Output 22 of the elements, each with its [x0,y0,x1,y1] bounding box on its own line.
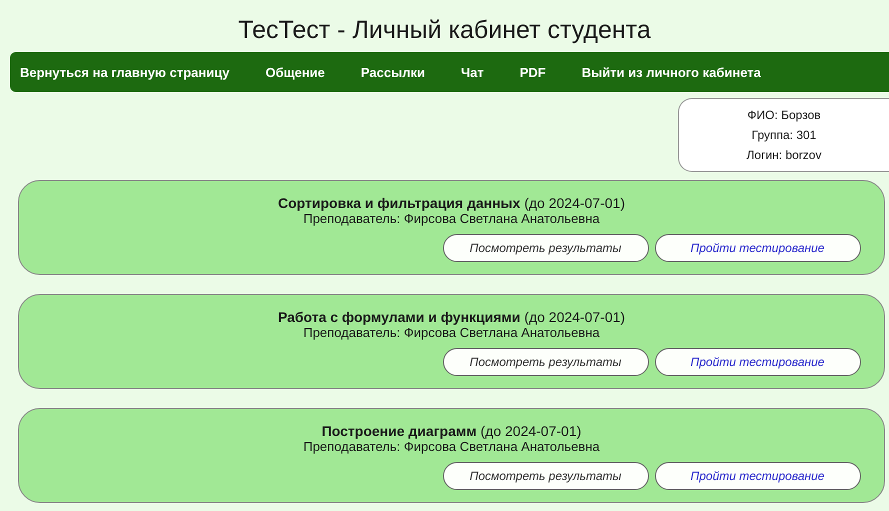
test-button[interactable]: Пройти тестирование [654,462,860,490]
test-button[interactable]: Пройти тестирование [654,348,860,376]
teacher-text: Преподаватель: Фирсова Светлана Анатольевна [303,439,600,454]
nav-link[interactable]: Чат [460,64,484,80]
nav-link[interactable]: Вернуться на главную страницу [20,64,230,80]
profile-text: Группа: 301 [752,128,816,142]
results-button[interactable]: Посмотреть результаты [442,234,648,262]
nav-link[interactable]: Общение [265,64,325,80]
profile-text: ФИО: Борзов [747,108,821,122]
course-title: Построение диаграмм (до 2024-07-01) [322,423,582,439]
page-title: ТесТест - Личный кабинет студента [237,15,652,46]
course-title: Работа с формулами и функциями (до 2024-07-01) [278,309,626,325]
nav-link[interactable]: Рассылки [360,64,425,80]
profile-text: Логин: borzov [746,148,822,162]
results-button[interactable]: Посмотреть результаты [442,348,648,376]
teacher-text: Преподаватель: Фирсова Светлана Анатольевна [303,211,600,226]
results-button[interactable]: Посмотреть результаты [442,462,648,490]
test-button[interactable]: Пройти тестирование [654,234,860,262]
nav-link[interactable]: PDF [520,64,546,80]
teacher-text: Преподаватель: Фирсова Светлана Анатольевна [303,325,600,340]
course-title: Сортировка и фильтрация данных (до 2024-07-01) [278,195,625,211]
nav-link[interactable]: Выйти из личного кабинета [582,64,761,80]
